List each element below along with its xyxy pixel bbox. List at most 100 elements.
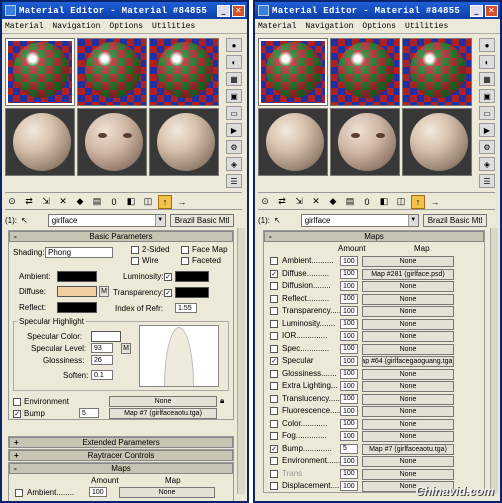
go-forward-icon[interactable]: → [175, 195, 189, 209]
close-button[interactable]: ✕ [485, 4, 498, 17]
rollout-header[interactable]: - Basic Parameters [9, 231, 233, 242]
map-amount-spinner[interactable]: 100 [340, 468, 358, 479]
minimize-button[interactable]: _ [470, 4, 483, 17]
map-enable-checkbox[interactable] [270, 457, 278, 465]
map-amount-spinner[interactable]: 100 [340, 431, 358, 441]
rollout-header[interactable]: - Maps [9, 463, 233, 474]
menu-material[interactable]: Material [258, 22, 296, 31]
material-id-icon[interactable]: 0 [360, 195, 374, 209]
map-slot-button[interactable]: None [362, 256, 454, 267]
lock-icon[interactable]: 🔒︎ [220, 396, 224, 406]
map-amount-spinner[interactable]: 100 [340, 331, 358, 341]
bump-checkbox[interactable]: ✓ [13, 410, 21, 418]
map-enable-checkbox[interactable] [270, 369, 278, 378]
get-material-icon[interactable]: ⊙ [5, 195, 19, 209]
select-by-material-icon[interactable]: ◈ [479, 157, 495, 171]
make-preview-icon[interactable]: ▶ [479, 123, 495, 137]
map-slot-button[interactable]: None [362, 468, 454, 480]
map-amount-spinner[interactable]: 100 [340, 343, 358, 354]
get-material-icon[interactable]: ⊙ [258, 195, 272, 209]
raytracer-controls-rollout[interactable]: + Raytracer Controls [8, 449, 234, 461]
panel-scrollbar[interactable] [237, 228, 245, 494]
diffuse-color-swatch[interactable] [57, 286, 97, 297]
map-enable-checkbox[interactable] [270, 432, 278, 440]
minimize-button[interactable]: _ [217, 4, 230, 17]
go-forward-icon[interactable]: → [428, 195, 442, 209]
assign-to-selection-icon[interactable]: ⇲ [292, 195, 306, 209]
close-button[interactable]: ✕ [232, 4, 245, 17]
sample-type-icon[interactable]: ● [479, 38, 495, 52]
map-amount-spinner[interactable]: 5 [340, 443, 358, 454]
background-icon[interactable]: ▦ [479, 72, 495, 86]
menu-navigation[interactable]: Navigation [52, 22, 100, 31]
map-amount-spinner[interactable]: 100 [340, 268, 358, 279]
map-slot-button[interactable]: None [362, 406, 454, 417]
map-enable-checkbox[interactable] [270, 482, 278, 490]
map-enable-checkbox[interactable] [270, 394, 278, 403]
ambient-color-swatch[interactable] [57, 271, 97, 282]
sample-slot[interactable] [402, 108, 472, 176]
map-enable-checkbox[interactable] [270, 257, 278, 265]
sample-slot[interactable] [5, 38, 75, 106]
map-amount-spinner[interactable]: 100 [340, 381, 358, 391]
sample-slot[interactable] [149, 38, 219, 106]
go-to-parent-icon[interactable]: ↑ [411, 194, 425, 209]
select-by-material-icon[interactable]: ◈ [226, 157, 242, 171]
sample-slot[interactable] [149, 108, 219, 176]
navigator-icon[interactable]: ☰ [226, 174, 242, 188]
map-enable-checkbox[interactable] [270, 469, 278, 478]
material-name-field[interactable]: girlface ▼ [47, 213, 166, 227]
map-enable-checkbox[interactable] [270, 382, 278, 390]
map-slot-button[interactable]: None [362, 281, 454, 292]
soften-spinner[interactable]: 0.1 [91, 370, 113, 380]
reset-map-icon[interactable]: ✕ [309, 195, 323, 209]
environment-checkbox[interactable] [13, 398, 21, 406]
shading-select[interactable]: Phong [45, 247, 113, 258]
map-amount-spinner[interactable]: 100 [340, 318, 358, 329]
map-slot-button[interactable]: None [362, 381, 454, 392]
spec-level-map-button[interactable]: M [121, 343, 131, 354]
navigator-icon[interactable]: ☰ [479, 174, 495, 188]
menu-navigation[interactable]: Navigation [305, 22, 353, 31]
rollout-header[interactable]: + Extended Parameters [9, 437, 233, 448]
map-amount-spinner[interactable]: 100 [340, 256, 358, 266]
material-id-icon[interactable]: 0 [107, 195, 121, 209]
map-enable-checkbox[interactable]: ✓ [270, 357, 278, 365]
map-enable-checkbox[interactable]: ✓ [270, 444, 278, 453]
map-enable-checkbox[interactable] [270, 282, 278, 290]
sample-slot[interactable] [77, 38, 147, 106]
two-sided-checkbox[interactable] [131, 246, 139, 254]
reset-map-icon[interactable]: ✕ [56, 195, 70, 209]
video-check-icon[interactable]: ▭ [226, 106, 242, 120]
backlight-icon[interactable]: ◐ [479, 55, 495, 69]
map-amount-spinner[interactable]: 100 [340, 393, 358, 404]
rollout-header[interactable]: + Raytracer Controls [9, 450, 233, 461]
map-slot-button[interactable]: None [362, 343, 454, 355]
reflect-color-swatch[interactable] [57, 302, 97, 313]
map-slot-button[interactable]: None [362, 393, 454, 405]
map-amount-spinner[interactable]: 100 [340, 481, 358, 491]
wire-checkbox[interactable] [131, 257, 139, 265]
panel-scrollbar[interactable] [490, 228, 498, 494]
map-enable-checkbox[interactable] [270, 407, 278, 415]
options-icon[interactable]: ⚙ [226, 140, 242, 154]
uv-tiling-icon[interactable]: ▣ [479, 89, 495, 103]
map-slot-button[interactable]: Map #281 (girlface.psd) [362, 268, 454, 280]
transparency-checkbox[interactable]: ✓ [164, 289, 172, 297]
menu-utilities[interactable]: Utilities [405, 22, 448, 31]
sample-slot[interactable] [258, 108, 328, 176]
map-slot-button[interactable]: None [362, 318, 454, 330]
menu-options[interactable]: Options [109, 22, 143, 31]
show-end-result-icon[interactable]: ◫ [394, 195, 408, 209]
options-icon[interactable]: ⚙ [479, 140, 495, 154]
sample-slot[interactable] [5, 108, 75, 176]
backlight-icon[interactable]: ◐ [226, 55, 242, 69]
extended-parameters-rollout[interactable]: + Extended Parameters [8, 436, 234, 448]
pick-material-icon[interactable]: ↖ [274, 216, 281, 225]
show-map-icon[interactable]: ◧ [377, 195, 391, 209]
material-type-button[interactable]: Brazil Basic Mtl [169, 213, 235, 227]
map-enable-checkbox[interactable] [270, 419, 278, 428]
map-enable-checkbox[interactable] [270, 319, 278, 328]
map-enable-checkbox[interactable] [270, 332, 278, 340]
material-name-field[interactable]: girlface ▼ [300, 213, 419, 227]
